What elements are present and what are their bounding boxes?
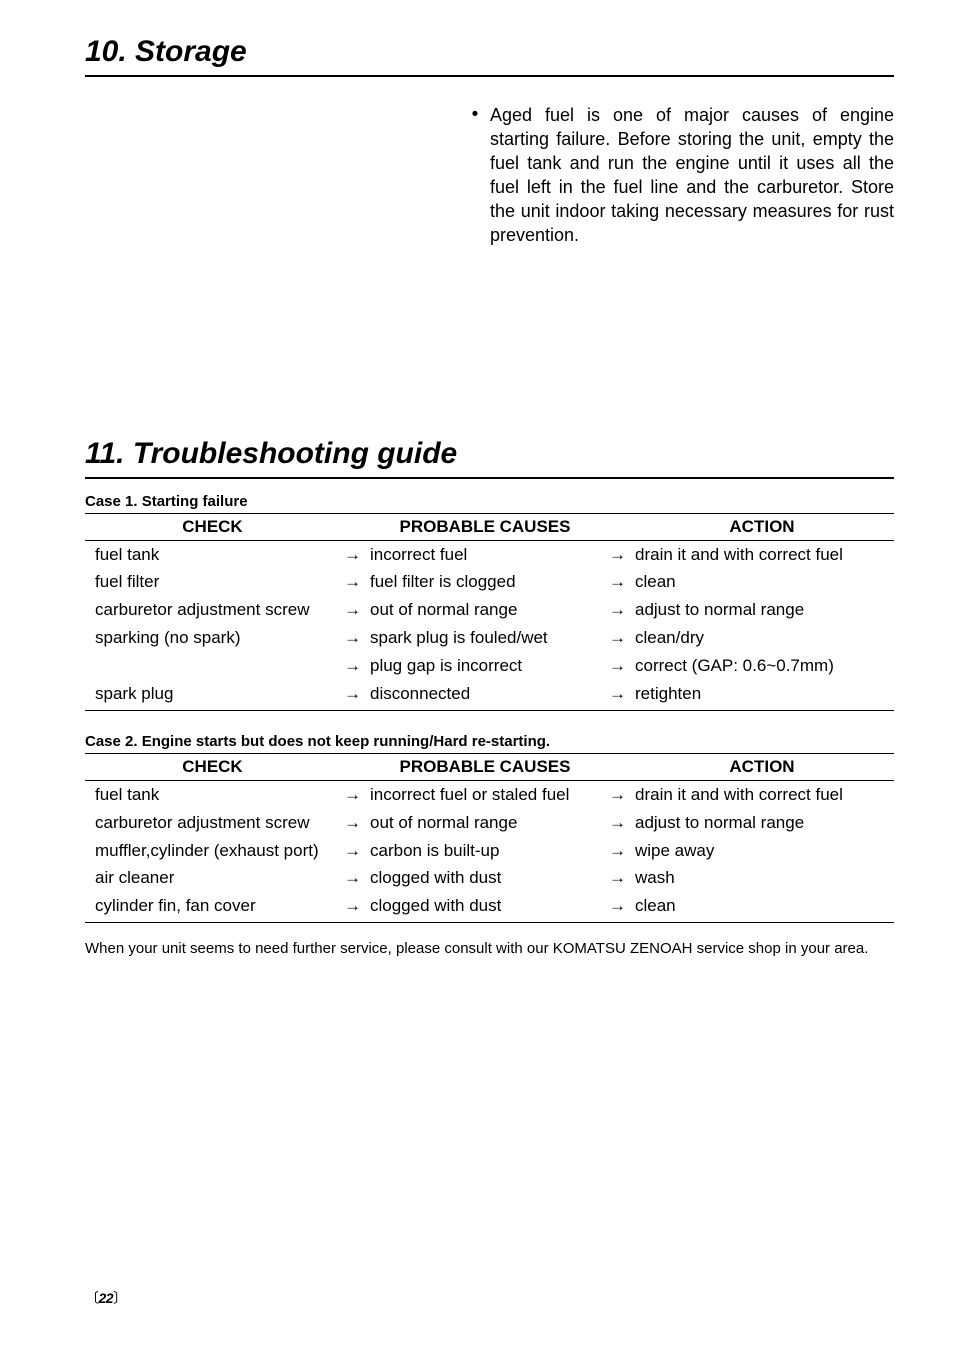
table-row: carburetor adjustment screw→out of norma… <box>85 597 894 625</box>
check-cell: air cleaner <box>85 865 340 893</box>
cause-cell: spark plug is fouled/wet <box>365 625 605 653</box>
cause-cell: out of normal range <box>365 597 605 625</box>
check-cell: fuel tank <box>85 541 340 569</box>
cause-cell: carbon is built-up <box>365 837 605 865</box>
arrow-icon: → <box>340 681 365 711</box>
arrow-icon: → <box>605 653 630 681</box>
arrow-icon: → <box>340 809 365 837</box>
th-cause: PROBABLE CAUSES <box>365 754 605 781</box>
bracket-close: 〕 <box>113 1290 127 1306</box>
table-row: cylinder fin, fan cover→clogged with dus… <box>85 893 894 923</box>
action-cell: clean/dry <box>630 625 894 653</box>
table-row: spark plug→disconnected→retighten <box>85 681 894 711</box>
th-check: CHECK <box>85 514 340 541</box>
arrow-icon: → <box>605 541 630 569</box>
action-cell: clean <box>630 569 894 597</box>
case2-table: CHECK PROBABLE CAUSES ACTION fuel tank→i… <box>85 753 894 923</box>
arrow-icon: → <box>340 569 365 597</box>
storage-text: Aged fuel is one of major causes of engi… <box>490 103 894 247</box>
arrow-icon: → <box>340 837 365 865</box>
table-row: muffler,cylinder (exhaust port)→carbon i… <box>85 837 894 865</box>
check-cell: carburetor adjustment screw <box>85 597 340 625</box>
th-cause: PROBABLE CAUSES <box>365 514 605 541</box>
cause-cell: plug gap is incorrect <box>365 653 605 681</box>
check-cell: carburetor adjustment screw <box>85 809 340 837</box>
arrow-icon: → <box>340 865 365 893</box>
page-num-value: 22 <box>99 1290 114 1306</box>
th-blank <box>340 754 365 781</box>
action-cell: adjust to normal range <box>630 597 894 625</box>
th-action: ACTION <box>630 754 894 781</box>
cause-cell: out of normal range <box>365 809 605 837</box>
action-cell: wipe away <box>630 837 894 865</box>
check-cell: spark plug <box>85 681 340 711</box>
th-blank <box>605 754 630 781</box>
cause-cell: disconnected <box>365 681 605 711</box>
cause-cell: incorrect fuel or staled fuel <box>365 781 605 809</box>
arrow-icon: → <box>605 837 630 865</box>
action-cell: clean <box>630 893 894 923</box>
check-cell: fuel tank <box>85 781 340 809</box>
action-cell: drain it and with correct fuel <box>630 781 894 809</box>
check-cell: muffler,cylinder (exhaust port) <box>85 837 340 865</box>
troubleshooting-heading: 11. Troubleshooting guide <box>85 437 894 479</box>
storage-heading: 10. Storage <box>85 35 894 77</box>
table-row: fuel filter→fuel filter is clogged→clean <box>85 569 894 597</box>
cause-cell: clogged with dust <box>365 893 605 923</box>
table-row: →plug gap is incorrect→correct (GAP: 0.6… <box>85 653 894 681</box>
check-cell: fuel filter <box>85 569 340 597</box>
bullet-icon: • <box>470 103 480 247</box>
cause-cell: incorrect fuel <box>365 541 605 569</box>
arrow-icon: → <box>340 893 365 923</box>
case1-title: Case 1. Starting failure <box>85 493 894 510</box>
action-cell: drain it and with correct fuel <box>630 541 894 569</box>
action-cell: adjust to normal range <box>630 809 894 837</box>
cause-cell: fuel filter is clogged <box>365 569 605 597</box>
arrow-icon: → <box>605 865 630 893</box>
action-cell: retighten <box>630 681 894 711</box>
arrow-icon: → <box>340 625 365 653</box>
th-blank <box>605 514 630 541</box>
arrow-icon: → <box>605 597 630 625</box>
arrow-icon: → <box>605 625 630 653</box>
table-row: air cleaner→clogged with dust→wash <box>85 865 894 893</box>
case2-title: Case 2. Engine starts but does not keep … <box>85 733 894 750</box>
action-cell: wash <box>630 865 894 893</box>
th-check: CHECK <box>85 754 340 781</box>
table-row: carburetor adjustment screw→out of norma… <box>85 809 894 837</box>
action-cell: correct (GAP: 0.6~0.7mm) <box>630 653 894 681</box>
table-row: fuel tank→incorrect fuel or staled fuel→… <box>85 781 894 809</box>
bracket-open: 〔 <box>85 1290 99 1306</box>
arrow-icon: → <box>340 597 365 625</box>
arrow-icon: → <box>605 569 630 597</box>
check-cell <box>85 653 340 681</box>
table-row: sparking (no spark)→spark plug is fouled… <box>85 625 894 653</box>
closing-text: When your unit seems to need further ser… <box>85 937 894 961</box>
arrow-icon: → <box>340 781 365 809</box>
check-cell: sparking (no spark) <box>85 625 340 653</box>
arrow-icon: → <box>340 541 365 569</box>
check-cell: cylinder fin, fan cover <box>85 893 340 923</box>
case1-table: CHECK PROBABLE CAUSES ACTION fuel tank→i… <box>85 513 894 711</box>
arrow-icon: → <box>605 681 630 711</box>
arrow-icon: → <box>605 809 630 837</box>
arrow-icon: → <box>340 653 365 681</box>
cause-cell: clogged with dust <box>365 865 605 893</box>
storage-bullet: • Aged fuel is one of major causes of en… <box>470 103 894 247</box>
arrow-icon: → <box>605 893 630 923</box>
th-blank <box>340 514 365 541</box>
table-row: fuel tank→incorrect fuel→drain it and wi… <box>85 541 894 569</box>
th-action: ACTION <box>630 514 894 541</box>
page-number: 〔22〕 <box>85 1288 127 1308</box>
arrow-icon: → <box>605 781 630 809</box>
